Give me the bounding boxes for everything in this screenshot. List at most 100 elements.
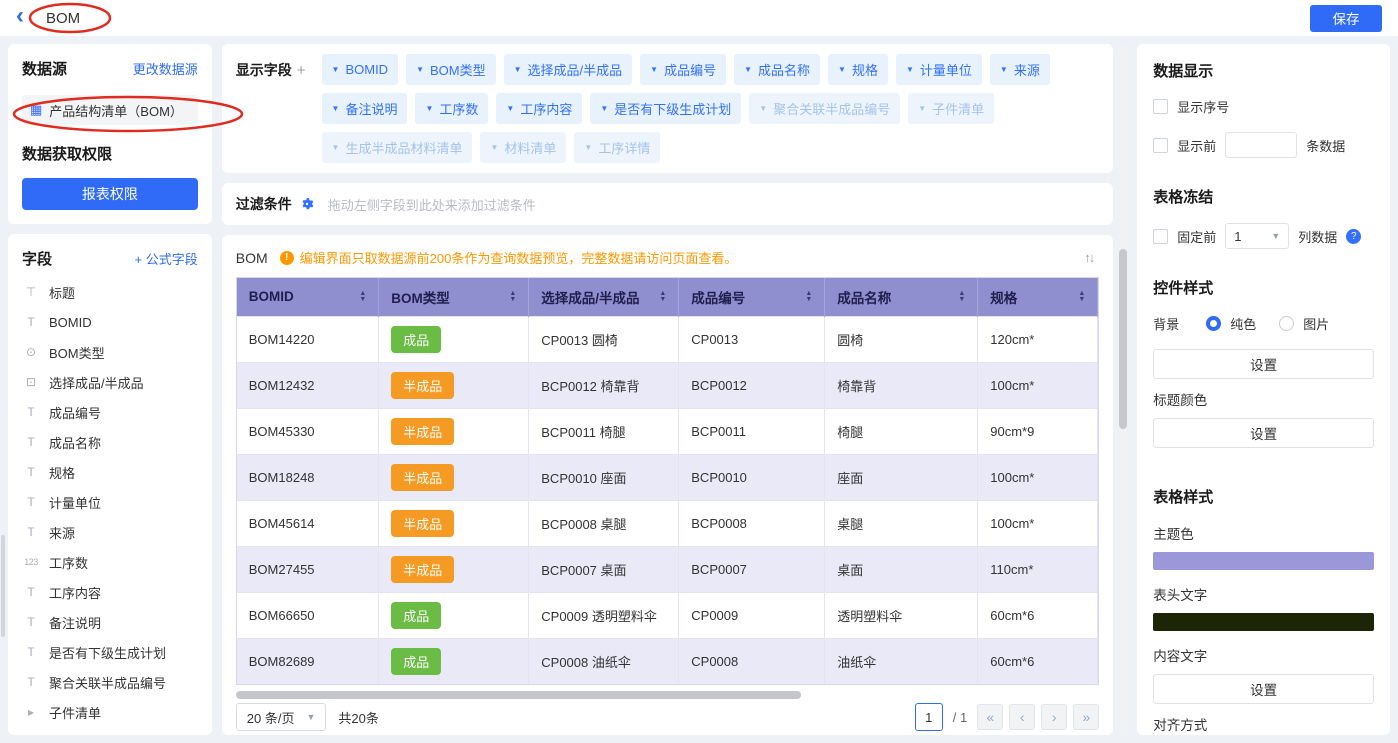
show-first-count-input[interactable] [1225, 132, 1297, 158]
field-item[interactable]: ▸子件清单 [22, 697, 198, 727]
gear-icon[interactable] [300, 197, 314, 211]
display-field-chip[interactable]: ▼聚合关联半成品编号 [749, 93, 900, 124]
field-item[interactable]: T工序内容 [22, 577, 198, 607]
cell: BOM18248 [237, 454, 379, 500]
number-field-icon: 123 [22, 557, 40, 567]
display-field-chip[interactable]: ▼BOMID [322, 54, 399, 85]
save-button[interactable]: 保存 [1310, 5, 1382, 32]
report-permission-button[interactable]: 报表权限 [22, 178, 198, 210]
sort-icon[interactable]: ▲▼ [1078, 291, 1085, 302]
display-field-chip[interactable]: ▼生成半成品材料清单 [322, 132, 473, 163]
freeze-checkbox[interactable] [1153, 229, 1168, 244]
solid-color-radio[interactable] [1206, 316, 1221, 331]
column-header[interactable]: 成品名称▲▼ [825, 278, 978, 316]
table-row[interactable]: BOM14220成品CP0013 圆椅CP0013圆椅120cm* [237, 316, 1098, 362]
field-item[interactable]: T成品名称 [22, 427, 198, 457]
display-field-chip[interactable]: ▼工序数 [415, 93, 488, 124]
field-item[interactable]: T规格 [22, 457, 198, 487]
text-field-icon: T [22, 615, 40, 629]
show-index-checkbox[interactable] [1153, 99, 1168, 114]
field-item[interactable]: ⊤标题 [22, 277, 198, 307]
table-row[interactable]: BOM27455半成品BCP0007 桌面BCP0007桌面110cm* [237, 546, 1098, 592]
datasource-item[interactable]: ▦ 产品结构清单（BOM） [22, 95, 198, 125]
field-item[interactable]: TBOMID [22, 307, 198, 337]
sort-icon[interactable]: ▲▼ [958, 291, 965, 302]
image-radio[interactable] [1279, 316, 1294, 331]
display-field-chip[interactable]: ▼材料清单 [480, 132, 566, 163]
table-row[interactable]: BOM45330半成品BCP0011 椅腿BCP0011椅腿90cm*9 [237, 408, 1098, 454]
display-field-chip[interactable]: ▼备注说明 [322, 93, 408, 124]
table-row[interactable]: BOM45614半成品BCP0008 桌腿BCP0008桌腿100cm* [237, 500, 1098, 546]
permission-title: 数据获取权限 [22, 143, 198, 164]
field-item[interactable]: T成品编号 [22, 397, 198, 427]
column-header[interactable]: 成品编号▲▼ [679, 278, 825, 316]
field-label: BOM类型 [49, 343, 105, 362]
field-item[interactable]: ⊡选择成品/半成品 [22, 367, 198, 397]
freeze-columns-select[interactable]: 1 ▼ [1225, 223, 1289, 249]
chevron-down-icon: ▼ [1000, 65, 1008, 74]
next-page-button[interactable]: › [1041, 704, 1067, 730]
chevron-down-icon: ▼ [514, 65, 522, 74]
column-header[interactable]: BOM类型▲▼ [379, 278, 529, 316]
field-item[interactable]: 123工序数 [22, 547, 198, 577]
display-field-chip[interactable]: ▼来源 [990, 54, 1050, 85]
add-display-field-button[interactable]: + [297, 62, 306, 79]
first-page-button[interactable]: « [977, 704, 1003, 730]
background-set-button[interactable]: 设置 [1153, 349, 1374, 379]
title-color-set-button[interactable]: 设置 [1153, 418, 1374, 448]
total-count: 共20条 [338, 708, 378, 727]
column-header[interactable]: 规格▲▼ [978, 278, 1098, 316]
sort-icon[interactable]: ▲▼ [509, 291, 516, 302]
field-item[interactable]: ⊙BOM类型 [22, 337, 198, 367]
table-card: BOM ! 编辑界面只取数据源前200条作为查询数据预览，完整数据请访问页面查看… [222, 235, 1114, 735]
vertical-scrollbar[interactable] [1119, 249, 1127, 429]
help-icon[interactable]: ? [1346, 229, 1361, 244]
content-text-set-button[interactable]: 设置 [1153, 674, 1374, 704]
page-size-select[interactable]: 20 条/页 ▼ [236, 703, 327, 731]
cell: BOM14220 [237, 316, 379, 362]
show-first-checkbox[interactable] [1153, 138, 1168, 153]
display-field-chip[interactable]: ▼是否有下级生成计划 [590, 93, 741, 124]
expand-field-icon: ▸ [22, 705, 40, 719]
last-page-button[interactable]: » [1073, 704, 1099, 730]
text-field-icon: T [22, 525, 40, 539]
display-field-chip[interactable]: ▼计量单位 [896, 54, 982, 85]
current-page-input[interactable]: 1 [915, 703, 943, 731]
display-field-chip[interactable]: ▼成品编号 [640, 54, 726, 85]
table-row[interactable]: BOM18248半成品BCP0010 座面BCP0010座面100cm* [237, 454, 1098, 500]
chip-label: 成品名称 [758, 60, 810, 79]
display-field-chip[interactable]: ▼BOM类型 [406, 54, 496, 85]
sort-icon[interactable]: ▲▼ [659, 291, 666, 302]
table-row[interactable]: BOM12432半成品BCP0012 椅靠背BCP0012椅靠背100cm* [237, 362, 1098, 408]
type-badge: 半成品 [391, 464, 454, 491]
theme-color-swatch[interactable] [1153, 552, 1374, 570]
header-text-swatch[interactable] [1153, 613, 1374, 631]
field-item[interactable]: T是否有下级生成计划 [22, 637, 198, 667]
chip-label: 备注说明 [345, 99, 397, 118]
sort-icon[interactable]: ▲▼ [359, 291, 366, 302]
display-field-chip[interactable]: ▼子件清单 [908, 93, 994, 124]
field-item[interactable]: T计量单位 [22, 487, 198, 517]
filter-drop-hint: 拖动左侧字段到此处来添加过滤条件 [328, 195, 536, 214]
display-field-chip[interactable]: ▼选择成品/半成品 [504, 54, 633, 85]
display-field-chip[interactable]: ▼成品名称 [734, 54, 820, 85]
table-row[interactable]: BOM82689成品CP0008 油纸伞CP0008油纸伞60cm*6 [237, 638, 1098, 684]
chevron-down-icon: ▼ [906, 65, 914, 74]
display-field-chip[interactable]: ▼工序内容 [496, 93, 582, 124]
sidebar-scrollbar[interactable] [1, 535, 5, 637]
sort-order-icon[interactable]: ↑↓ [1084, 250, 1099, 265]
column-header[interactable]: 选择成品/半成品▲▼ [529, 278, 679, 316]
field-item[interactable]: T备注说明 [22, 607, 198, 637]
display-field-chip[interactable]: ▼工序详情 [574, 132, 660, 163]
add-formula-field-link[interactable]: + 公式字段 [135, 249, 198, 268]
field-item[interactable]: T聚合关联半成品编号 [22, 667, 198, 697]
horizontal-scrollbar[interactable] [236, 691, 801, 699]
field-item[interactable]: T来源 [22, 517, 198, 547]
back-icon[interactable]: ‹ [16, 4, 24, 28]
prev-page-button[interactable]: ‹ [1009, 704, 1035, 730]
column-header[interactable]: BOMID▲▼ [237, 278, 379, 316]
change-datasource-link[interactable]: 更改数据源 [133, 59, 198, 78]
sort-icon[interactable]: ▲▼ [805, 291, 812, 302]
display-field-chip[interactable]: ▼规格 [828, 54, 888, 85]
table-row[interactable]: BOM66650成品CP0009 透明塑料伞CP0009透明塑料伞60cm*6 [237, 592, 1098, 638]
